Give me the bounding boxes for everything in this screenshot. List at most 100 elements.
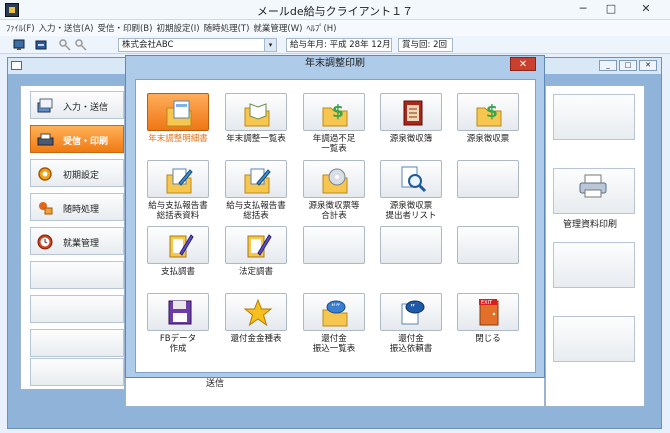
- mdi-minimize-button[interactable]: _: [599, 60, 617, 71]
- tile-label-3: 源泉徴収簿: [371, 134, 451, 144]
- nav-input-send[interactable]: 入力・送信: [30, 91, 124, 119]
- management-print-label: 管理資料印刷: [563, 220, 618, 230]
- right-empty-2: [553, 242, 635, 288]
- tile-9: [457, 160, 519, 198]
- tile-label-5: 給与支払報告書 総括表資料: [138, 201, 218, 221]
- tile-16[interactable]: [225, 293, 287, 331]
- tile-11[interactable]: [225, 226, 287, 264]
- tile-label-line: 給与支払報告書: [226, 201, 286, 211]
- tile-17[interactable]: “”: [303, 293, 365, 331]
- tile-15[interactable]: [147, 293, 209, 331]
- tile-label-17: 還付金 振込一覧表: [294, 334, 374, 354]
- management-print-button[interactable]: [553, 168, 635, 214]
- magnifier-doc-icon: [401, 166, 427, 193]
- dialog-close-button[interactable]: ✕: [510, 57, 536, 71]
- menu-bar: ﾌｧｲﾙ(F) 入力・送信(A) 受信・印刷(B) 初期設定(I) 随時処理(T…: [0, 20, 670, 36]
- folder-pencil-icon: [166, 168, 193, 194]
- printer-icon: [579, 174, 607, 198]
- tile-19[interactable]: EXIT: [457, 293, 519, 331]
- tile-10[interactable]: [147, 226, 209, 264]
- tile-label-line: 源泉徴収簿: [389, 134, 433, 144]
- maximize-button[interactable]: □: [598, 1, 624, 18]
- exit-door-icon: EXIT: [479, 299, 499, 326]
- tile-label-line: 年末調整明細書: [148, 134, 208, 144]
- minimize-button[interactable]: ─: [570, 1, 596, 18]
- tile-label-line: 還付金: [398, 334, 424, 344]
- menu-receive-print[interactable]: 受信・印刷(B): [97, 20, 156, 36]
- nav-input-send-label: 入力・送信: [63, 103, 109, 113]
- folder-pencil-icon: [244, 168, 271, 194]
- tile-14: [457, 226, 519, 264]
- bonus-count-field: 賞与回: 2回: [398, 38, 453, 52]
- nav-work-management[interactable]: 就業管理: [30, 227, 124, 255]
- speech-doc-icon: ”: [401, 300, 425, 325]
- svg-text:”: ”: [410, 303, 415, 314]
- tile-label-line: 支払調書: [160, 267, 195, 277]
- company-select[interactable]: 株式会社ABC ▾: [118, 38, 277, 52]
- tile-label-6: 給与支払報告書 総括表: [216, 201, 296, 221]
- tile-7[interactable]: [303, 160, 365, 198]
- tile-label-1: 年末調整一覧表: [216, 134, 296, 144]
- input-send-icon: [37, 98, 53, 113]
- tile-label-2: 年調過不足 一覧表: [294, 134, 374, 154]
- close-button[interactable]: ✕: [626, 1, 666, 18]
- tile-label-line: 一覧表: [321, 144, 347, 154]
- tile-label-line: 年調過不足: [312, 134, 356, 144]
- tools-icon: [39, 202, 53, 215]
- monitor-arrow-icon[interactable]: [35, 39, 47, 51]
- nav-adhoc[interactable]: 随時処理: [30, 193, 124, 221]
- tile-label-line: FBデータ: [159, 334, 197, 344]
- nav-work-management-label: 就業管理: [63, 239, 100, 249]
- tile-label-line: 総括表: [243, 211, 269, 221]
- nav-receive-print[interactable]: 受信・印刷: [30, 125, 124, 153]
- nav-settings[interactable]: 初期設定: [30, 159, 124, 187]
- chevron-down-icon[interactable]: ▾: [264, 39, 276, 51]
- tile-label-line: 還付金: [321, 334, 347, 344]
- tile-18[interactable]: ”: [380, 293, 442, 331]
- tile-5[interactable]: [147, 160, 209, 198]
- menu-input-send[interactable]: 入力・送信(A): [39, 20, 98, 36]
- folder-dollar-icon: $: [476, 102, 502, 127]
- svg-text:“”: “”: [331, 303, 340, 313]
- title-bar: メールde給与クライアント１７ ─ □ ✕: [0, 0, 670, 20]
- tile-2[interactable]: $: [303, 93, 365, 131]
- tile-8[interactable]: [380, 160, 442, 198]
- nav-empty-4: [30, 358, 124, 386]
- tile-label-line: 還付金金種表: [230, 334, 282, 344]
- floppy-disk-icon: [168, 300, 192, 325]
- tile-label-line: 総括表資料: [156, 211, 200, 221]
- key-icon[interactable]: [59, 39, 71, 51]
- tile-13: [380, 226, 442, 264]
- mdi-maximize-button[interactable]: □: [619, 60, 637, 71]
- svg-text:$: $: [486, 102, 498, 122]
- menu-adhoc[interactable]: 随時処理(T): [204, 20, 254, 36]
- tile-3[interactable]: [380, 93, 442, 131]
- tile-label-line: 給与支払報告書: [148, 201, 208, 211]
- toolbar: 株式会社ABC ▾ 給与年月: 平成 28年 12月 賞与回: 2回: [0, 36, 670, 54]
- nav-empty-1: [30, 261, 124, 289]
- tile-6[interactable]: [225, 160, 287, 198]
- tile-label-line: 源泉徴収票: [389, 201, 433, 211]
- tile-label-4: 源泉徴収票: [448, 134, 528, 144]
- tile-label-7: 源泉徴収票等 合計表: [294, 201, 374, 221]
- menu-work-management[interactable]: 就業管理(W): [253, 20, 306, 36]
- tile-label-line: 振込依頼書: [389, 344, 433, 354]
- svg-text:EXIT: EXIT: [481, 300, 493, 306]
- tile-1[interactable]: [225, 93, 287, 131]
- right-empty-3: [553, 316, 635, 362]
- tile-label-line: 振込一覧表: [312, 344, 356, 354]
- clock-icon: [37, 234, 53, 250]
- tile-label-16: 還付金金種表: [216, 334, 296, 344]
- menu-help[interactable]: ﾍﾙﾌﾟ(H): [306, 20, 340, 36]
- menu-settings[interactable]: 初期設定(I): [156, 20, 203, 36]
- menu-file[interactable]: ﾌｧｲﾙ(F): [6, 20, 39, 36]
- nav-empty-3: [30, 329, 124, 357]
- key-alt-icon[interactable]: [75, 39, 87, 51]
- tile-4[interactable]: $: [457, 93, 519, 131]
- tile-label-8: 源泉徴収票 提出者リスト: [371, 201, 451, 221]
- tile-0[interactable]: [147, 93, 209, 131]
- tile-label-11: 法定調書: [216, 267, 296, 277]
- mdi-close-button[interactable]: ✕: [639, 60, 657, 71]
- monitor-icon[interactable]: [13, 39, 25, 51]
- clipboard-pen-icon: [169, 234, 194, 258]
